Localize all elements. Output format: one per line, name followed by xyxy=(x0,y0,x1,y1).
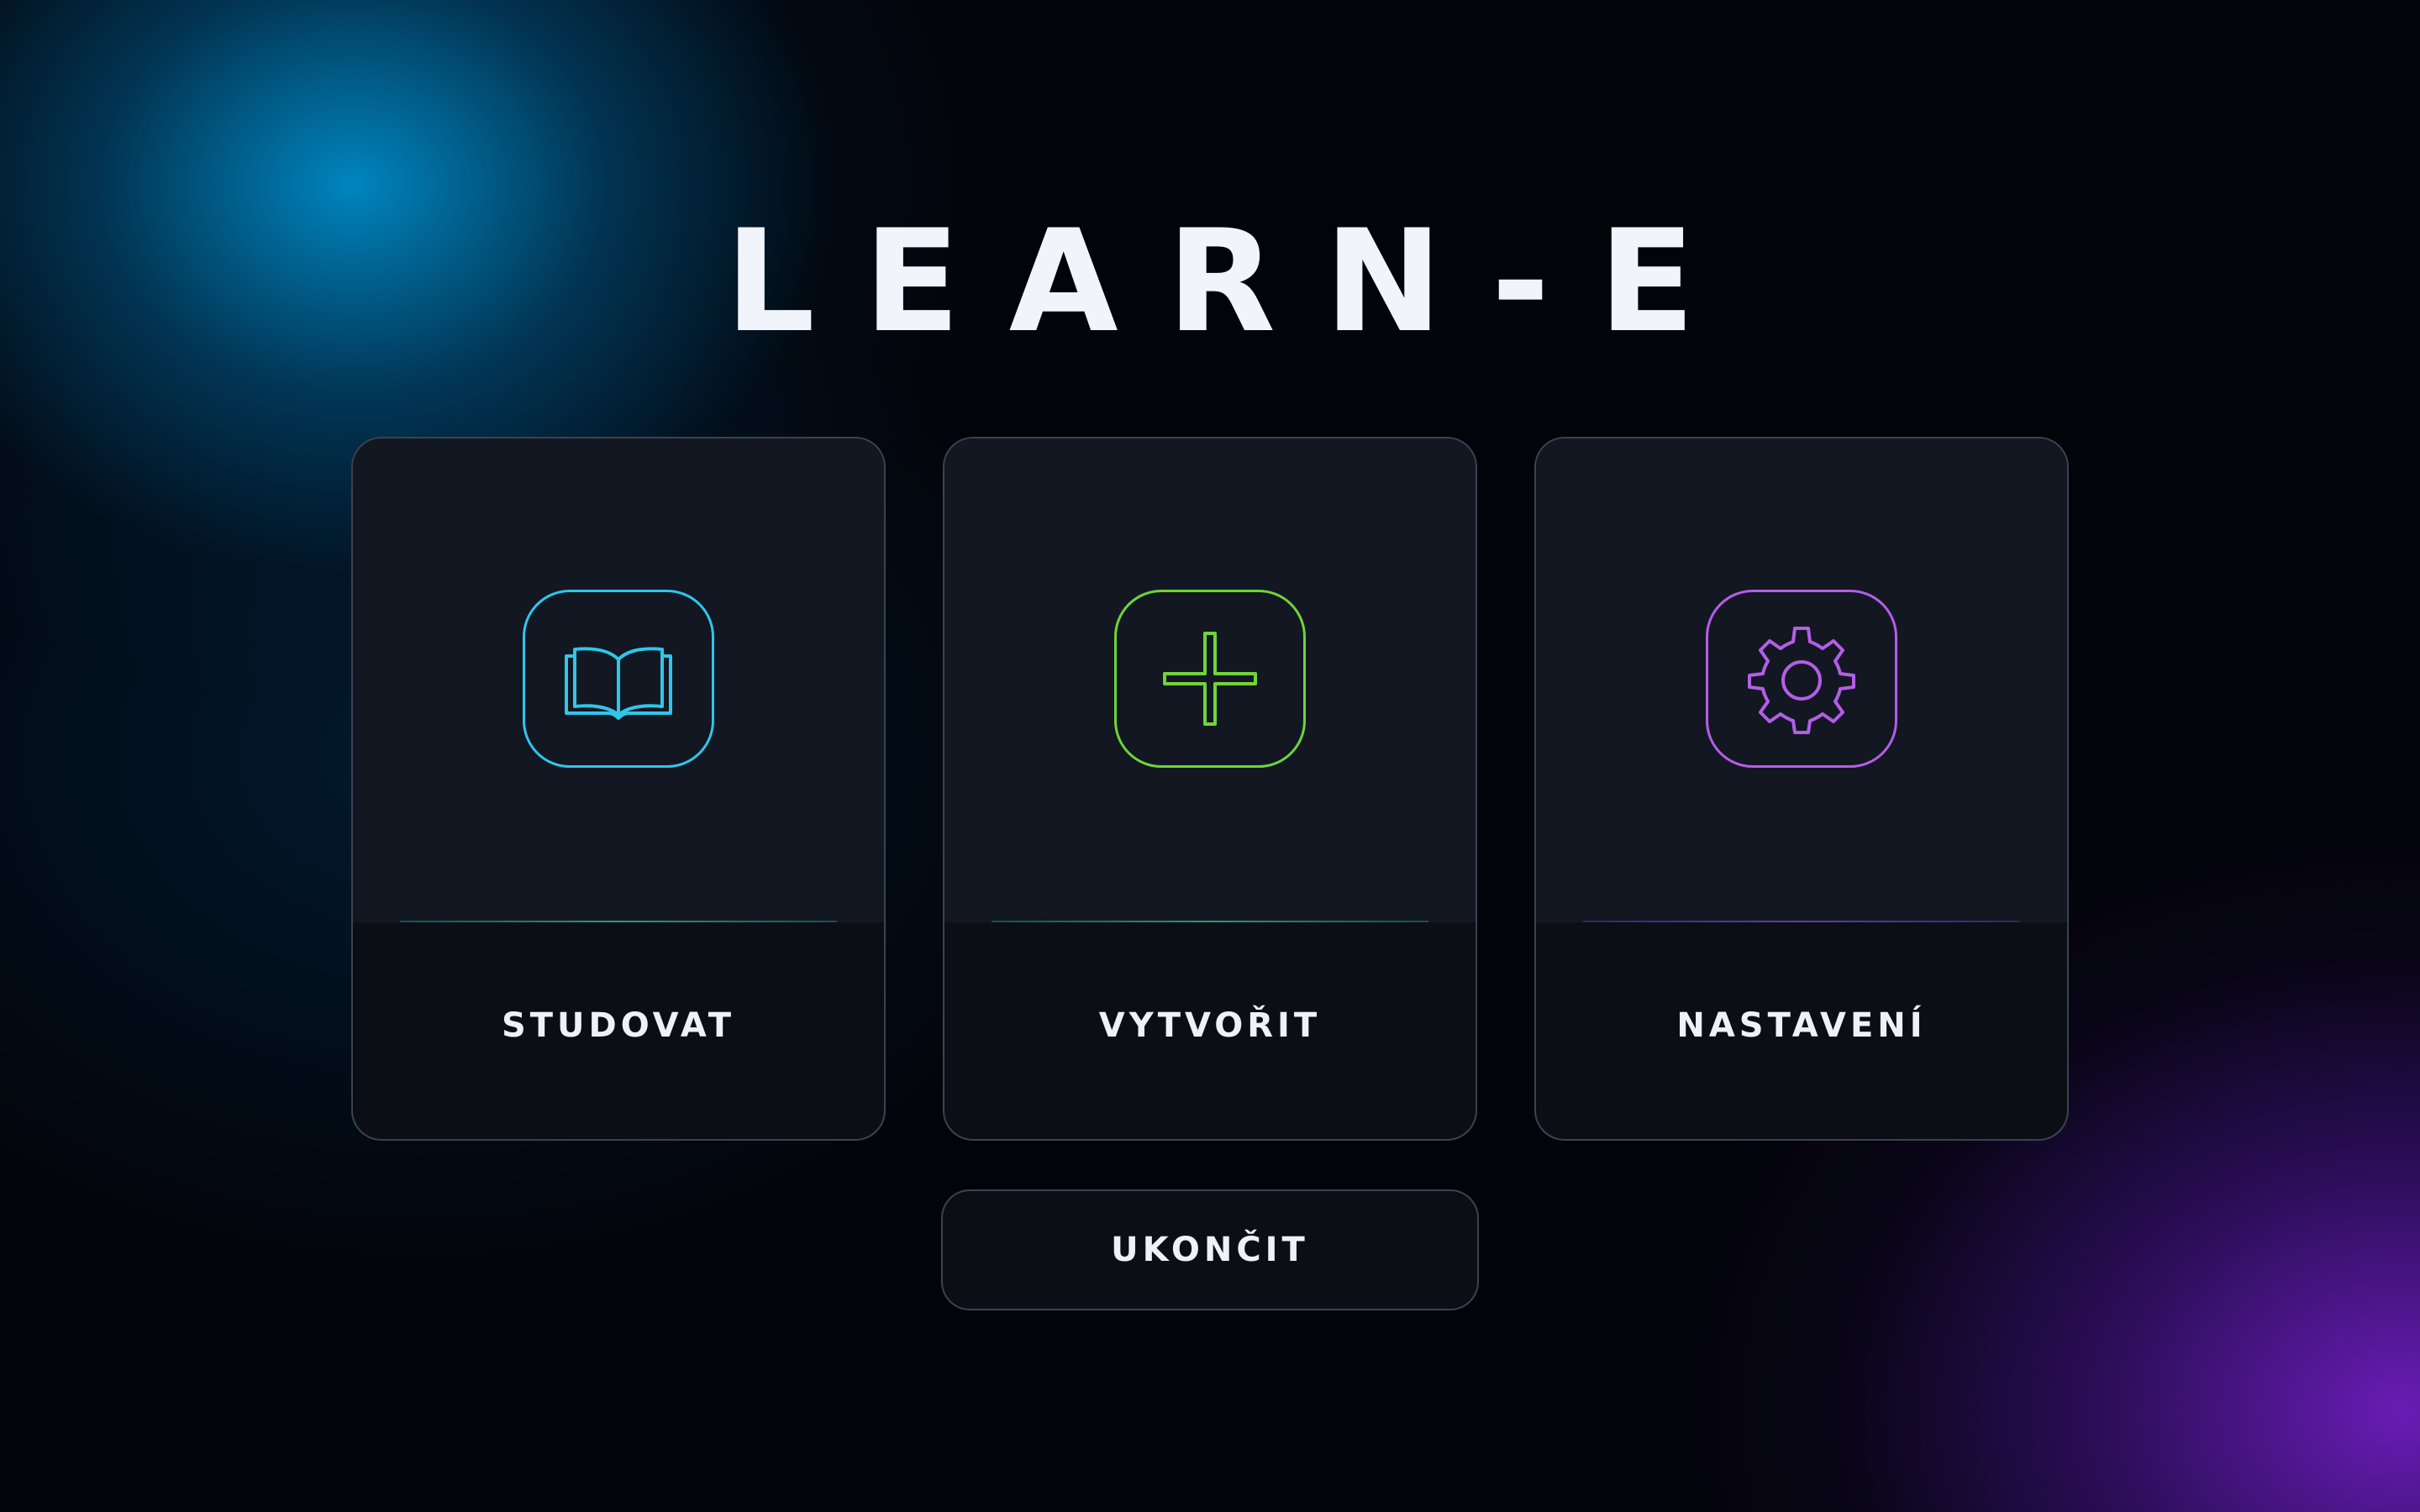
gear-icon xyxy=(1748,627,1855,734)
settings-card[interactable]: NASTAVENÍ xyxy=(1534,437,2069,1141)
gear-icon-frame xyxy=(1706,590,1897,768)
create-label: VYTVOŘIT xyxy=(1098,1006,1322,1045)
card-icon-area xyxy=(353,438,884,922)
card-icon-area xyxy=(1536,438,2067,922)
plus-icon xyxy=(1163,632,1257,726)
card-divider xyxy=(1583,921,2020,922)
study-label: STUDOVAT xyxy=(501,1006,736,1045)
study-card[interactable]: STUDOVAT xyxy=(351,437,886,1141)
create-card[interactable]: VYTVOŘIT xyxy=(943,437,1477,1141)
card-divider xyxy=(400,921,837,922)
exit-button[interactable]: UKONČIT xyxy=(941,1189,1479,1310)
book-icon xyxy=(565,647,672,720)
card-icon-area xyxy=(944,438,1476,922)
card-divider xyxy=(992,921,1428,922)
book-icon-frame xyxy=(523,590,714,768)
settings-label: NASTAVENÍ xyxy=(1676,1006,1927,1045)
app-title: LEARN-E xyxy=(724,199,1744,364)
plus-icon-frame xyxy=(1114,590,1306,768)
